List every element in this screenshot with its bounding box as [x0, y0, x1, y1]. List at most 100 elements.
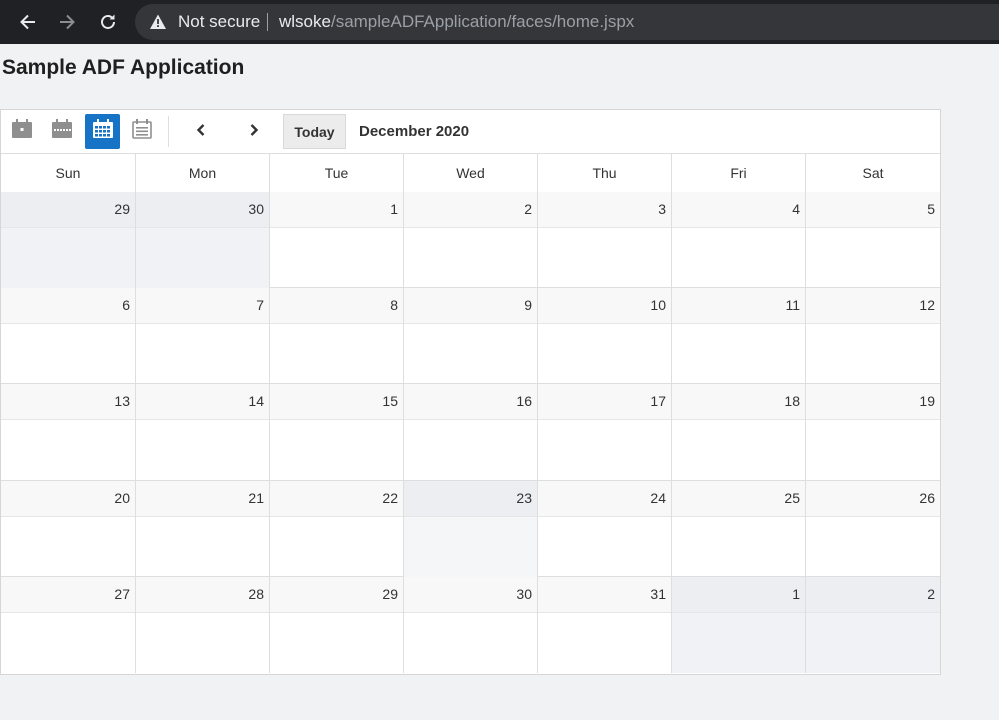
day-number[interactable]: 24 — [538, 481, 671, 517]
day-cell[interactable]: 25 — [672, 481, 806, 577]
day-cell[interactable]: 9 — [404, 288, 538, 384]
url-path: /sampleADFApplication/faces/home.jspx — [330, 12, 635, 31]
day-cell[interactable]: 3 — [538, 192, 672, 288]
day-number[interactable]: 8 — [270, 288, 403, 324]
day-number[interactable]: 7 — [136, 288, 269, 324]
day-number[interactable]: 30 — [136, 192, 269, 228]
day-cell[interactable]: 2 — [806, 577, 940, 673]
list-view-button[interactable] — [124, 114, 159, 149]
day-cell[interactable]: 7 — [136, 288, 270, 384]
day-number[interactable]: 19 — [806, 384, 940, 420]
forward-button[interactable] — [47, 0, 87, 44]
day-number[interactable]: 28 — [136, 577, 269, 613]
day-cell[interactable]: 6 — [1, 288, 136, 384]
day-cell[interactable]: 31 — [538, 577, 672, 673]
month-view-icon — [92, 118, 114, 145]
day-cell[interactable]: 30 — [136, 192, 270, 288]
back-button[interactable] — [8, 0, 48, 44]
week-view-button[interactable] — [44, 114, 79, 149]
list-view-icon — [131, 118, 153, 145]
calendar: Today December 2020 Sun Mon Tue Wed Thu … — [0, 109, 941, 675]
day-cell[interactable]: 11 — [672, 288, 806, 384]
day-cell[interactable]: 30 — [404, 577, 538, 673]
day-number[interactable]: 16 — [404, 384, 537, 420]
weekday-fri: Fri — [672, 154, 806, 192]
security-status[interactable]: Not secure — [178, 4, 260, 40]
day-cell[interactable]: 26 — [806, 481, 940, 577]
day-number[interactable]: 12 — [806, 288, 940, 324]
day-cell[interactable]: 28 — [136, 577, 270, 673]
divider — [267, 13, 268, 31]
reload-icon — [98, 12, 118, 32]
day-cell[interactable]: 24 — [538, 481, 672, 577]
day-number[interactable]: 15 — [270, 384, 403, 420]
day-cell[interactable]: 29 — [1, 192, 136, 288]
day-number[interactable]: 20 — [1, 481, 135, 517]
toolbar-divider — [168, 116, 169, 147]
day-number[interactable]: 30 — [404, 577, 537, 613]
day-cell[interactable]: 1 — [270, 192, 404, 288]
day-cell[interactable]: 8 — [270, 288, 404, 384]
day-number[interactable]: 29 — [1, 192, 135, 228]
day-cell[interactable]: 12 — [806, 288, 940, 384]
day-number[interactable]: 14 — [136, 384, 269, 420]
day-cell[interactable]: 16 — [404, 384, 538, 481]
day-number[interactable]: 22 — [270, 481, 403, 517]
day-number[interactable]: 27 — [1, 577, 135, 613]
day-cell[interactable]: 22 — [270, 481, 404, 577]
month-view-button[interactable] — [85, 114, 120, 149]
day-cell[interactable]: 10 — [538, 288, 672, 384]
previous-month-button[interactable] — [187, 118, 215, 146]
week-row: 29 30 1 2 3 4 5 — [1, 192, 940, 288]
weekday-header: Sun Mon Tue Wed Thu Fri Sat — [1, 154, 940, 193]
week-row: 27 28 29 30 31 1 2 — [1, 577, 940, 673]
day-cell[interactable]: 13 — [1, 384, 136, 481]
weekday-sat: Sat — [862, 165, 884, 181]
day-view-button[interactable] — [4, 114, 39, 149]
day-number[interactable]: 18 — [672, 384, 805, 420]
day-cell[interactable]: 15 — [270, 384, 404, 481]
day-number[interactable]: 2 — [806, 577, 940, 613]
day-number[interactable]: 5 — [806, 192, 940, 228]
day-number[interactable]: 21 — [136, 481, 269, 517]
forward-arrow-icon — [57, 12, 77, 32]
day-cell-today[interactable]: 23 — [404, 481, 538, 577]
next-month-button[interactable] — [240, 118, 268, 146]
day-number[interactable]: 17 — [538, 384, 671, 420]
day-cell[interactable]: 18 — [672, 384, 806, 481]
day-cell[interactable]: 27 — [1, 577, 136, 673]
month-label: December 2020 — [359, 123, 470, 140]
day-cell[interactable]: 4 — [672, 192, 806, 288]
day-number[interactable]: 31 — [538, 577, 671, 613]
day-number[interactable]: 25 — [672, 481, 805, 517]
day-number[interactable]: 23 — [404, 481, 537, 517]
day-cell[interactable]: 20 — [1, 481, 136, 577]
day-cell[interactable]: 21 — [136, 481, 270, 577]
day-number[interactable]: 29 — [270, 577, 403, 613]
day-number[interactable]: 6 — [1, 288, 135, 324]
day-cell[interactable]: 2 — [404, 192, 538, 288]
day-number[interactable]: 11 — [672, 288, 805, 324]
day-cell[interactable]: 17 — [538, 384, 672, 481]
day-number[interactable]: 26 — [806, 481, 940, 517]
day-number[interactable]: 3 — [538, 192, 671, 228]
day-number[interactable]: 4 — [672, 192, 805, 228]
day-number[interactable]: 9 — [404, 288, 537, 324]
day-number[interactable]: 10 — [538, 288, 671, 324]
day-cell[interactable]: 5 — [806, 192, 940, 288]
day-cell[interactable]: 19 — [806, 384, 940, 481]
day-number[interactable]: 13 — [1, 384, 135, 420]
day-number[interactable]: 1 — [672, 577, 805, 613]
address-bar[interactable]: Not secure wlsoke/sampleADFApplication/f… — [135, 4, 999, 40]
back-arrow-icon — [18, 12, 38, 32]
day-cell[interactable]: 29 — [270, 577, 404, 673]
day-cell[interactable]: 14 — [136, 384, 270, 481]
day-number[interactable]: 2 — [404, 192, 537, 228]
week-row: 20 21 22 23 24 25 26 — [1, 481, 940, 577]
warning-icon — [149, 13, 167, 31]
reload-button[interactable] — [88, 0, 128, 44]
day-cell[interactable]: 1 — [672, 577, 806, 673]
day-number[interactable]: 1 — [270, 192, 403, 228]
today-button[interactable]: Today — [283, 114, 346, 149]
url-text[interactable]: wlsoke/sampleADFApplication/faces/home.j… — [279, 4, 634, 40]
